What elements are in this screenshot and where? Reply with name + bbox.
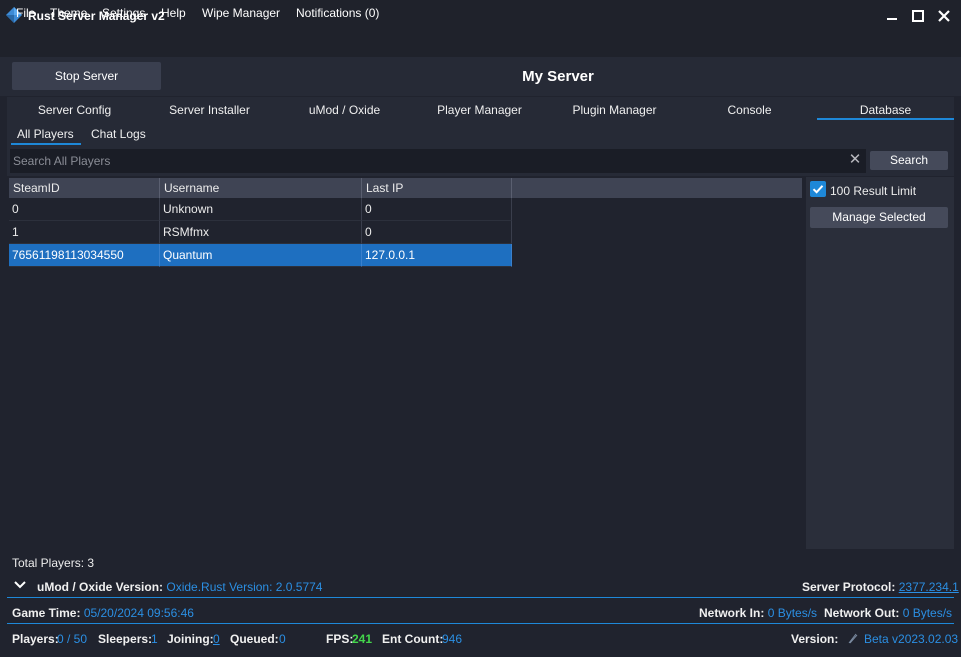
cell-username: RSMfmx <box>160 221 362 244</box>
version-label: Version: <box>791 632 839 646</box>
cell-username: Unknown <box>160 198 362 221</box>
total-players-count: Total Players: 3 <box>12 556 95 570</box>
network-out-value: 0 Bytes/s <box>902 606 953 620</box>
tab-database[interactable]: Database <box>817 103 954 117</box>
active-subtab-indicator <box>11 143 81 145</box>
umod-version-line: uMod / Oxide Version: Oxide.Rust Version… <box>37 580 322 594</box>
table-row[interactable]: 1 RSMfmx 0 <box>9 221 512 244</box>
footer-divider <box>7 623 954 624</box>
tab-server-installer[interactable]: Server Installer <box>142 103 277 117</box>
ent-count-label: Ent Count: <box>382 632 444 646</box>
joining-value[interactable]: 0 <box>213 632 220 646</box>
network-in-line: Network In: 0 Bytes/s <box>699 606 817 620</box>
minimize-icon[interactable] <box>882 6 902 26</box>
manage-selected-button[interactable]: Manage Selected <box>810 207 948 228</box>
tab-umod-oxide[interactable]: uMod / Oxide <box>277 103 412 117</box>
sleepers-value: 1 <box>151 632 158 646</box>
column-header-username[interactable]: Username <box>160 178 362 198</box>
result-limit-label[interactable]: 100 Result Limit <box>830 184 916 198</box>
search-input[interactable] <box>10 149 866 173</box>
game-time-line: Game Time: 05/20/2024 09:56:46 <box>12 606 194 620</box>
server-protocol-value[interactable]: 2377.234.1 <box>899 580 959 594</box>
tab-plugin-manager[interactable]: Plugin Manager <box>547 103 682 117</box>
chevron-down-icon[interactable] <box>13 578 27 592</box>
subtab-all-players[interactable]: All Players <box>17 127 74 141</box>
column-header-last-ip[interactable]: Last IP <box>362 178 512 198</box>
version-value[interactable]: Beta v2023.02.03 <box>864 632 958 646</box>
footer-divider <box>7 597 954 598</box>
table-row-selected[interactable]: 76561198113034550 Quantum 127.0.0.1 <box>9 244 512 267</box>
server-name-title: My Server <box>522 68 594 85</box>
close-icon[interactable] <box>934 6 954 26</box>
game-time-value: 05/20/2024 09:56:46 <box>83 606 194 620</box>
fps-value: 241 <box>352 632 373 646</box>
server-protocol-line: Server Protocol: 2377.234.1 <box>802 580 959 594</box>
sleepers-label: Sleepers: <box>98 632 153 646</box>
menu-file[interactable]: File <box>16 6 35 20</box>
cell-steamid: 76561198113034550 <box>9 244 160 267</box>
network-in-value: 0 Bytes/s <box>767 606 818 620</box>
tab-server-config[interactable]: Server Config <box>7 103 142 117</box>
umod-version-value[interactable]: Oxide.Rust Version: 2.0.5774 <box>166 580 322 594</box>
active-tab-indicator <box>817 118 954 120</box>
network-out-line: Network Out: 0 Bytes/s <box>824 606 952 620</box>
tab-console[interactable]: Console <box>682 103 817 117</box>
umod-version-label: uMod / Oxide Version: <box>37 580 164 594</box>
network-in-label: Network In: <box>699 606 765 620</box>
game-time-label: Game Time: <box>12 606 81 620</box>
cell-steamid: 1 <box>9 221 160 244</box>
stop-server-button[interactable]: Stop Server <box>12 62 161 90</box>
menu-notifications[interactable]: Notifications (0) <box>296 6 379 20</box>
queued-value: 0 <box>279 632 286 646</box>
network-out-label: Network Out: <box>824 606 900 620</box>
ent-count-value: 946 <box>442 632 463 646</box>
menu-wipe-manager[interactable]: Wipe Manager <box>202 6 280 20</box>
side-panel <box>806 177 954 549</box>
column-header-steamid[interactable]: SteamID <box>9 178 160 198</box>
menu-help[interactable]: Help <box>161 6 186 20</box>
clear-search-icon[interactable]: ✕ <box>848 151 862 169</box>
pencil-icon <box>848 633 858 644</box>
cell-last-ip: 127.0.0.1 <box>362 244 512 267</box>
search-button[interactable]: Search <box>870 151 948 170</box>
cell-steamid: 0 <box>9 198 160 221</box>
queued-label: Queued: <box>230 632 279 646</box>
subtab-chat-logs[interactable]: Chat Logs <box>91 127 146 141</box>
cell-username: Quantum <box>160 244 362 267</box>
server-protocol-label: Server Protocol: <box>802 580 896 594</box>
result-limit-checkbox[interactable] <box>810 181 826 197</box>
tab-player-manager[interactable]: Player Manager <box>412 103 547 117</box>
maximize-icon[interactable] <box>908 6 928 26</box>
checkmark-icon <box>812 185 824 194</box>
table-row[interactable]: 0 Unknown 0 <box>9 198 512 221</box>
menu-settings[interactable]: Settings <box>102 6 145 20</box>
fps-label: FPS: <box>326 632 354 646</box>
menu-theme[interactable]: Theme <box>50 6 87 20</box>
players-value: 0 / 50 <box>57 632 88 646</box>
joining-label: Joining: <box>167 632 214 646</box>
menu-bar <box>0 32 961 57</box>
sub-tab-bar <box>7 121 954 146</box>
cell-last-ip: 0 <box>362 221 512 244</box>
players-label: Players: <box>12 632 59 646</box>
cell-last-ip: 0 <box>362 198 512 221</box>
